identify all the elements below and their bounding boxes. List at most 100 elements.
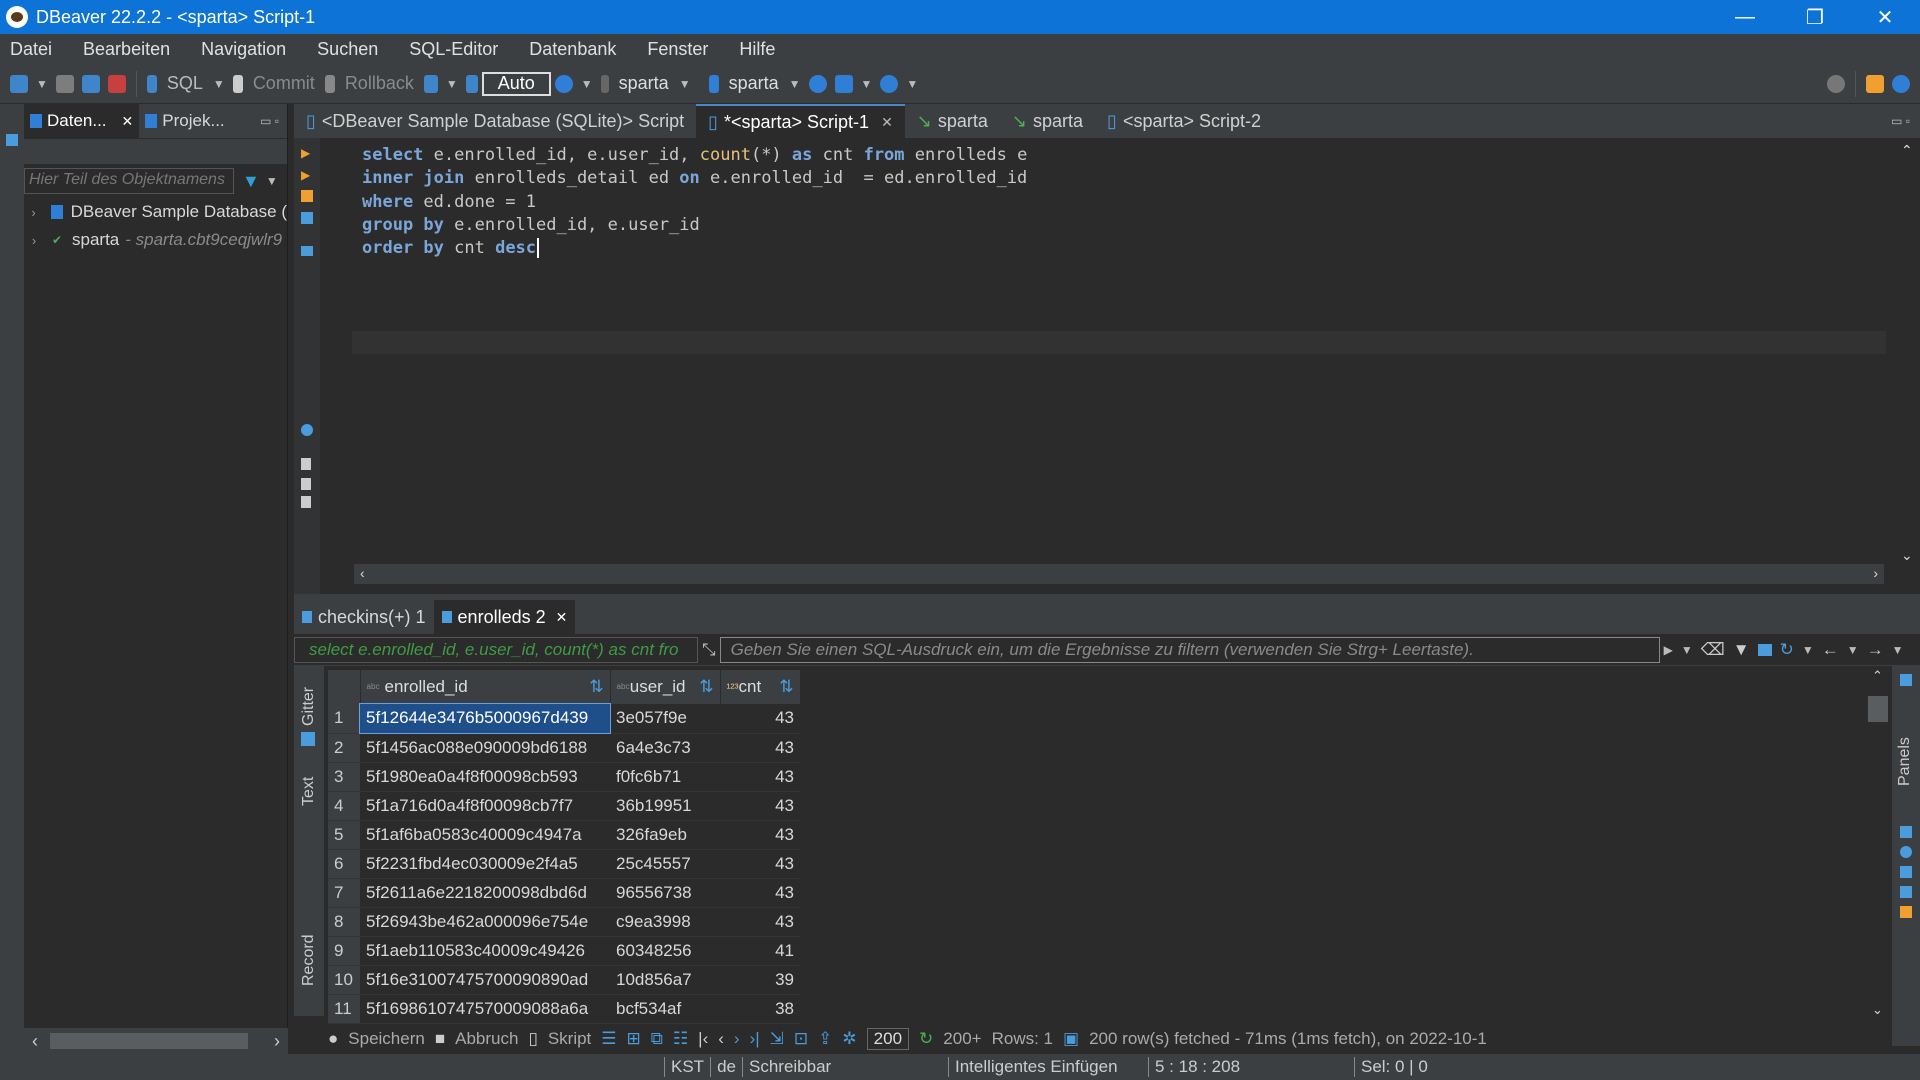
chevron-down-icon[interactable]: ▼ xyxy=(679,77,691,91)
sort-icon[interactable]: ⇅ xyxy=(699,677,713,697)
commit-button[interactable]: Commit xyxy=(253,73,315,94)
chevron-up-icon[interactable]: ⌃ xyxy=(1901,142,1913,159)
eraser-icon[interactable]: ⌫ xyxy=(1701,640,1725,660)
chevron-down-icon[interactable]: ⌄ xyxy=(1901,547,1913,564)
minimize-button[interactable]: — xyxy=(1710,0,1780,34)
cell-enrolled-id[interactable]: 5f1698610747570009088a6a xyxy=(360,994,610,1024)
clock-icon[interactable] xyxy=(554,74,573,93)
chevron-down-icon[interactable]: ▼ xyxy=(789,77,801,91)
chevron-down-icon[interactable]: ▼ xyxy=(1681,643,1693,657)
grouping-icon[interactable] xyxy=(1900,866,1912,878)
chevron-down-icon[interactable]: ▼ xyxy=(213,77,225,91)
cell-user-id[interactable]: f0fc6b71 xyxy=(610,762,720,792)
new-script-icon[interactable] xyxy=(301,458,311,470)
cell-enrolled-id[interactable]: 5f2611a6e2218200098dbd6d xyxy=(360,878,610,908)
explain-icon[interactable] xyxy=(301,190,313,202)
table-row[interactable]: 10 5f16e31007475700090890ad 10d856a7 39 xyxy=(328,965,800,995)
cell-user-id[interactable]: 326fa9eb xyxy=(610,820,720,850)
menu-sql-editor[interactable]: SQL-Editor xyxy=(399,39,508,60)
chevron-right-icon[interactable]: › xyxy=(24,205,43,220)
chevron-right-icon[interactable]: › xyxy=(274,1031,280,1052)
tab-record[interactable]: Record xyxy=(300,934,318,986)
table-row[interactable]: 9 5f1aeb110583c40009c49426 60348256 41 xyxy=(328,936,800,966)
result-filter-input[interactable]: Geben Sie einen SQL-Ausdruck ein, um die… xyxy=(719,636,1660,663)
tree-item-sample-database[interactable]: › DBeaver Sample Database ( xyxy=(24,198,287,226)
fetch-size-input[interactable]: 200 xyxy=(866,1028,910,1050)
cell-user-id[interactable]: 25c45557 xyxy=(610,849,720,879)
disconnect-icon[interactable] xyxy=(107,74,126,93)
panels-icon[interactable] xyxy=(1900,674,1912,686)
rollback-button[interactable]: Rollback xyxy=(345,73,414,94)
expand-icon[interactable]: ⤡ xyxy=(702,640,716,660)
cell-enrolled-id[interactable]: 5f2231fbd4ec030009e2f4a5 xyxy=(360,849,610,879)
menu-datenbank[interactable]: Datenbank xyxy=(519,39,626,60)
cell-user-id[interactable]: 6a4e3c73 xyxy=(610,733,720,763)
search-icon[interactable] xyxy=(880,74,899,93)
menu-bearbeiten[interactable]: Bearbeiten xyxy=(73,39,180,60)
add-row-icon[interactable]: ⊞ xyxy=(627,1029,641,1049)
cell-user-id[interactable]: 3e057f9e xyxy=(610,704,720,734)
sql-code-editor[interactable]: select e.enrolled_id, e.user_id, count(*… xyxy=(362,144,1027,260)
cell-enrolled-id[interactable]: 5f1a716d0a4f8f00098cb7f7 xyxy=(360,791,610,821)
cell-cnt[interactable]: 41 xyxy=(720,936,800,966)
scrollbar-thumb[interactable] xyxy=(50,1033,248,1049)
navigator-horizontal-scrollbar[interactable]: ‹ › xyxy=(24,1028,288,1054)
editor-vertical-scrollbar[interactable]: ⌃ ⌄ xyxy=(1894,138,1920,568)
chevron-down-icon[interactable]: ▼ xyxy=(1892,643,1904,657)
column-header-enrolled-id[interactable]: ᵃᵇᶜ enrolled_id ⇅ xyxy=(360,670,611,704)
close-button[interactable]: ✕ xyxy=(1850,0,1920,34)
menu-navigation[interactable]: Navigation xyxy=(191,39,296,60)
cell-cnt[interactable]: 43 xyxy=(720,878,800,908)
refresh-icon[interactable]: ↻ xyxy=(1780,640,1794,660)
chevron-down-icon[interactable]: ▼ xyxy=(36,77,48,91)
copy-row-icon[interactable]: ⧉ xyxy=(651,1029,663,1049)
value-viewer-icon[interactable] xyxy=(1900,826,1912,838)
sql-button[interactable]: SQL xyxy=(167,73,203,94)
forward-arrow-icon[interactable]: → xyxy=(1867,640,1884,660)
back-arrow-icon[interactable]: ← xyxy=(1822,640,1839,660)
tree-item-sparta[interactable]: › ✔ sparta - sparta.cbt9ceqjwlr9 xyxy=(24,226,287,254)
menu-suchen[interactable]: Suchen xyxy=(307,39,388,60)
cell-enrolled-id[interactable]: 5f1af6ba0583c40009c4947a xyxy=(360,820,610,850)
delete-row-icon[interactable]: ☷ xyxy=(673,1029,688,1049)
sort-icon[interactable]: ⇅ xyxy=(589,677,603,697)
column-header-user-id[interactable]: ᵃᵇᶜuser_id ⇅ xyxy=(610,670,721,704)
editor-horizontal-scrollbar[interactable]: ‹ › xyxy=(354,564,1884,584)
cell-cnt[interactable]: 43 xyxy=(720,820,800,850)
tab-sample-database-script[interactable]: ▯ <DBeaver Sample Database (SQLite)> Scr… xyxy=(294,104,696,138)
table-row[interactable]: 6 5f2231fbd4ec030009e2f4a5 25c45557 43 xyxy=(328,849,800,879)
cell-user-id[interactable]: bcf534af xyxy=(610,994,720,1024)
connect-icon[interactable] xyxy=(81,74,100,93)
chevron-left-icon[interactable]: ‹ xyxy=(32,1031,38,1052)
tab-projects[interactable]: Projek... xyxy=(139,104,230,138)
cell-cnt[interactable]: 38 xyxy=(720,994,800,1024)
last-page-icon[interactable]: ›| xyxy=(750,1029,760,1049)
cell-cnt[interactable]: 43 xyxy=(720,733,800,763)
restore-view-icon[interactable] xyxy=(6,134,18,146)
cell-user-id[interactable]: 60348256 xyxy=(610,936,720,966)
menu-datei[interactable]: Datei xyxy=(0,39,62,60)
new-connection-icon[interactable] xyxy=(10,74,28,93)
chevron-down-icon[interactable]: ▼ xyxy=(1847,643,1859,657)
table-row[interactable]: 4 5f1a716d0a4f8f00098cb7f7 36b19951 43 xyxy=(328,791,800,821)
cell-enrolled-id[interactable]: 5f1980ea0a4f8f00098cb593 xyxy=(360,762,610,792)
menu-fenster[interactable]: Fenster xyxy=(637,39,718,60)
chevron-up-icon[interactable]: ⌃ xyxy=(1872,668,1883,684)
chevron-down-icon[interactable]: ▼ xyxy=(266,174,278,188)
chevron-down-icon[interactable]: ▼ xyxy=(906,77,918,91)
tab-sparta-1[interactable]: ↘ sparta xyxy=(905,104,1000,138)
dbeaver-perspective-icon[interactable] xyxy=(1892,74,1910,93)
cell-enrolled-id[interactable]: 5f1aeb110583c40009c49426 xyxy=(360,936,610,966)
previous-page-icon[interactable]: ‹ xyxy=(718,1029,724,1049)
cell-cnt[interactable]: 43 xyxy=(720,791,800,821)
lock-icon[interactable] xyxy=(465,74,478,93)
save-button[interactable]: Speichern xyxy=(348,1029,425,1049)
restore-button[interactable]: ❐ xyxy=(1780,0,1850,34)
table-row[interactable]: 2 5f1456ac088e090009bd6188 6a4e3c73 43 xyxy=(328,733,800,763)
refresh-icon[interactable]: ↻ xyxy=(919,1029,933,1049)
filter-icon[interactable]: ▼ xyxy=(242,171,260,192)
chevron-right-icon[interactable]: › xyxy=(24,233,44,248)
scrollbar-thumb[interactable] xyxy=(1868,696,1888,722)
settings-icon[interactable] xyxy=(301,424,313,436)
table-row[interactable]: 1 5f12644e3476b5000967d439 3e057f9e 43 xyxy=(328,703,800,734)
